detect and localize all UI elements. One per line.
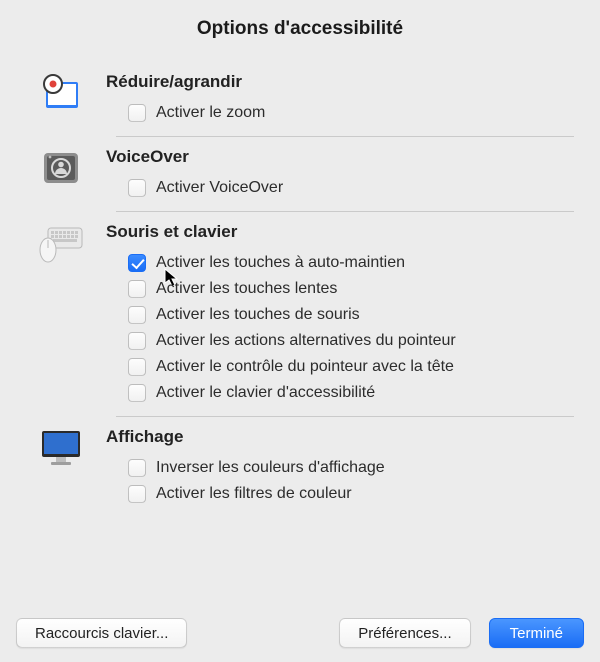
option-label: Activer VoiceOver <box>156 179 283 197</box>
keyboard-shortcuts-button[interactable]: Raccourcis clavier... <box>16 618 187 648</box>
option-accessibility-keyboard[interactable]: Activer le clavier d'accessibilité <box>128 380 572 406</box>
option-color-filters[interactable]: Activer les filtres de couleur <box>128 481 572 507</box>
option-label: Activer le contrôle du pointeur avec la … <box>156 358 454 376</box>
option-label: Inverser les couleurs d'affichage <box>156 459 385 477</box>
option-label: Activer les touches à auto-maintien <box>156 254 405 272</box>
accessibility-options-window: Options d'accessibilité Réduire/agrandir… <box>0 0 600 662</box>
section-display-title: Affichage <box>106 427 572 447</box>
section-mouse-keyboard-title: Souris et clavier <box>106 222 572 242</box>
checkbox-pointer-alternative-actions[interactable] <box>128 332 146 350</box>
done-button[interactable]: Terminé <box>489 618 584 648</box>
option-invert-colors[interactable]: Inverser les couleurs d'affichage <box>128 455 572 481</box>
checkbox-accessibility-keyboard[interactable] <box>128 384 146 402</box>
option-label: Activer le zoom <box>156 104 265 122</box>
section-zoom-title: Réduire/agrandir <box>106 72 572 92</box>
option-label: Activer les touches lentes <box>156 280 337 298</box>
option-enable-voiceover[interactable]: Activer VoiceOver <box>128 175 572 201</box>
section-voiceover: VoiceOver Activer VoiceOver <box>12 137 588 211</box>
checkbox-enable-voiceover[interactable] <box>128 179 146 197</box>
option-mouse-keys[interactable]: Activer les touches de souris <box>128 302 572 328</box>
checkbox-mouse-keys[interactable] <box>128 306 146 324</box>
option-sticky-keys[interactable]: Activer les touches à auto-maintien <box>128 250 572 276</box>
checkbox-enable-zoom[interactable] <box>128 104 146 122</box>
option-label: Activer les filtres de couleur <box>156 485 352 503</box>
checkbox-slow-keys[interactable] <box>128 280 146 298</box>
option-pointer-alternative-actions[interactable]: Activer les actions alternatives du poin… <box>128 328 572 354</box>
option-label: Activer le clavier d'accessibilité <box>156 384 375 402</box>
display-icon <box>16 425 106 467</box>
section-mouse-keyboard: Souris et clavier Activer les touches à … <box>12 212 588 416</box>
option-enable-zoom[interactable]: Activer le zoom <box>128 100 572 126</box>
checkbox-invert-colors[interactable] <box>128 459 146 477</box>
option-label: Activer les actions alternatives du poin… <box>156 332 456 350</box>
mouse-keyboard-icon <box>16 220 106 264</box>
footer: Raccourcis clavier... Préférences... Ter… <box>0 618 600 648</box>
option-head-pointer-control[interactable]: Activer le contrôle du pointeur avec la … <box>128 354 572 380</box>
checkbox-head-pointer-control[interactable] <box>128 358 146 376</box>
section-voiceover-title: VoiceOver <box>106 147 572 167</box>
window-title: Options d'accessibilité <box>12 18 588 40</box>
preferences-button[interactable]: Préférences... <box>339 618 470 648</box>
option-slow-keys[interactable]: Activer les touches lentes <box>128 276 572 302</box>
section-display: Affichage Inverser les couleurs d'affich… <box>12 417 588 517</box>
voiceover-icon <box>16 145 106 189</box>
zoom-icon <box>16 70 106 114</box>
option-label: Activer les touches de souris <box>156 306 360 324</box>
section-zoom: Réduire/agrandir Activer le zoom <box>12 62 588 136</box>
checkbox-color-filters[interactable] <box>128 485 146 503</box>
checkbox-sticky-keys[interactable] <box>128 254 146 272</box>
